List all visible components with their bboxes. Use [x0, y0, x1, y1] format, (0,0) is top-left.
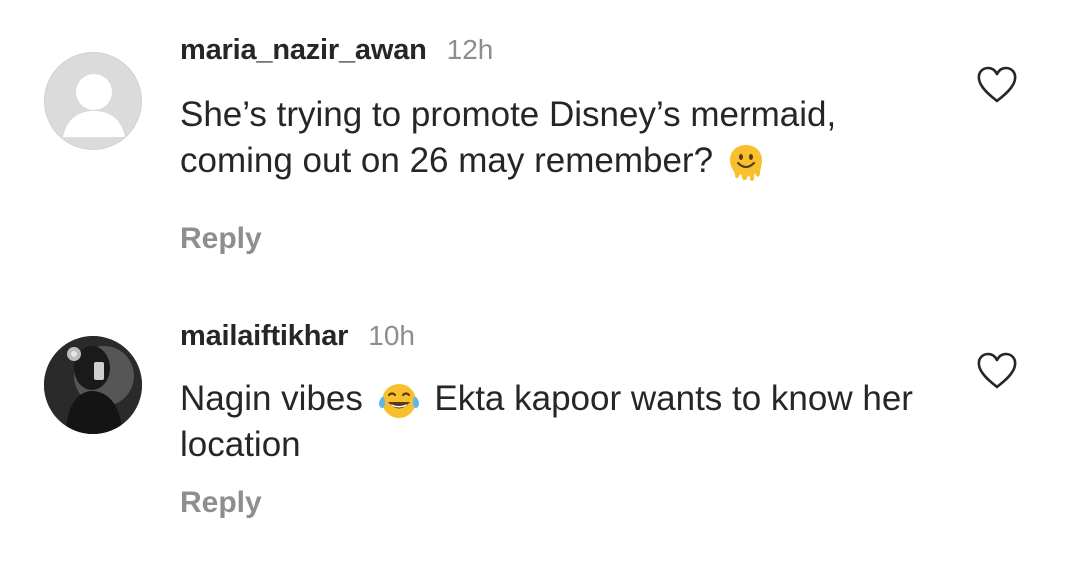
- comment-header: mailaiftikhar 10h: [180, 320, 415, 353]
- reply-button[interactable]: Reply: [180, 486, 262, 520]
- comment-text: Nagin vibes Ekta kapoor wants to know he…: [180, 376, 940, 468]
- reply-button[interactable]: Reply: [180, 222, 262, 256]
- comment-text-part: Nagin vibes: [180, 379, 363, 418]
- heart-outline-icon[interactable]: [976, 352, 1018, 390]
- tears-of-joy-icon: [377, 381, 421, 421]
- avatar[interactable]: [44, 52, 142, 150]
- comment-text: She’s trying to promote Disney’s mermaid…: [180, 92, 940, 184]
- melting-face-icon: [727, 142, 765, 184]
- username[interactable]: maria_nazir_awan: [180, 34, 427, 67]
- profile-photo-icon: [44, 336, 142, 434]
- username[interactable]: mailaiftikhar: [180, 320, 348, 353]
- comment-item: mailaiftikhar 10h Nagin vibes Ekta kapoo…: [0, 300, 1080, 571]
- timestamp[interactable]: 12h: [447, 34, 494, 66]
- comment-item: maria_nazir_awan 12h She’s trying to pro…: [0, 0, 1080, 280]
- comments-page: maria_nazir_awan 12h She’s trying to pro…: [0, 0, 1080, 571]
- timestamp[interactable]: 10h: [368, 320, 415, 352]
- heart-outline-icon[interactable]: [976, 66, 1018, 104]
- avatar[interactable]: [44, 336, 142, 434]
- comment-header: maria_nazir_awan 12h: [180, 34, 493, 67]
- default-avatar-icon: [46, 54, 141, 149]
